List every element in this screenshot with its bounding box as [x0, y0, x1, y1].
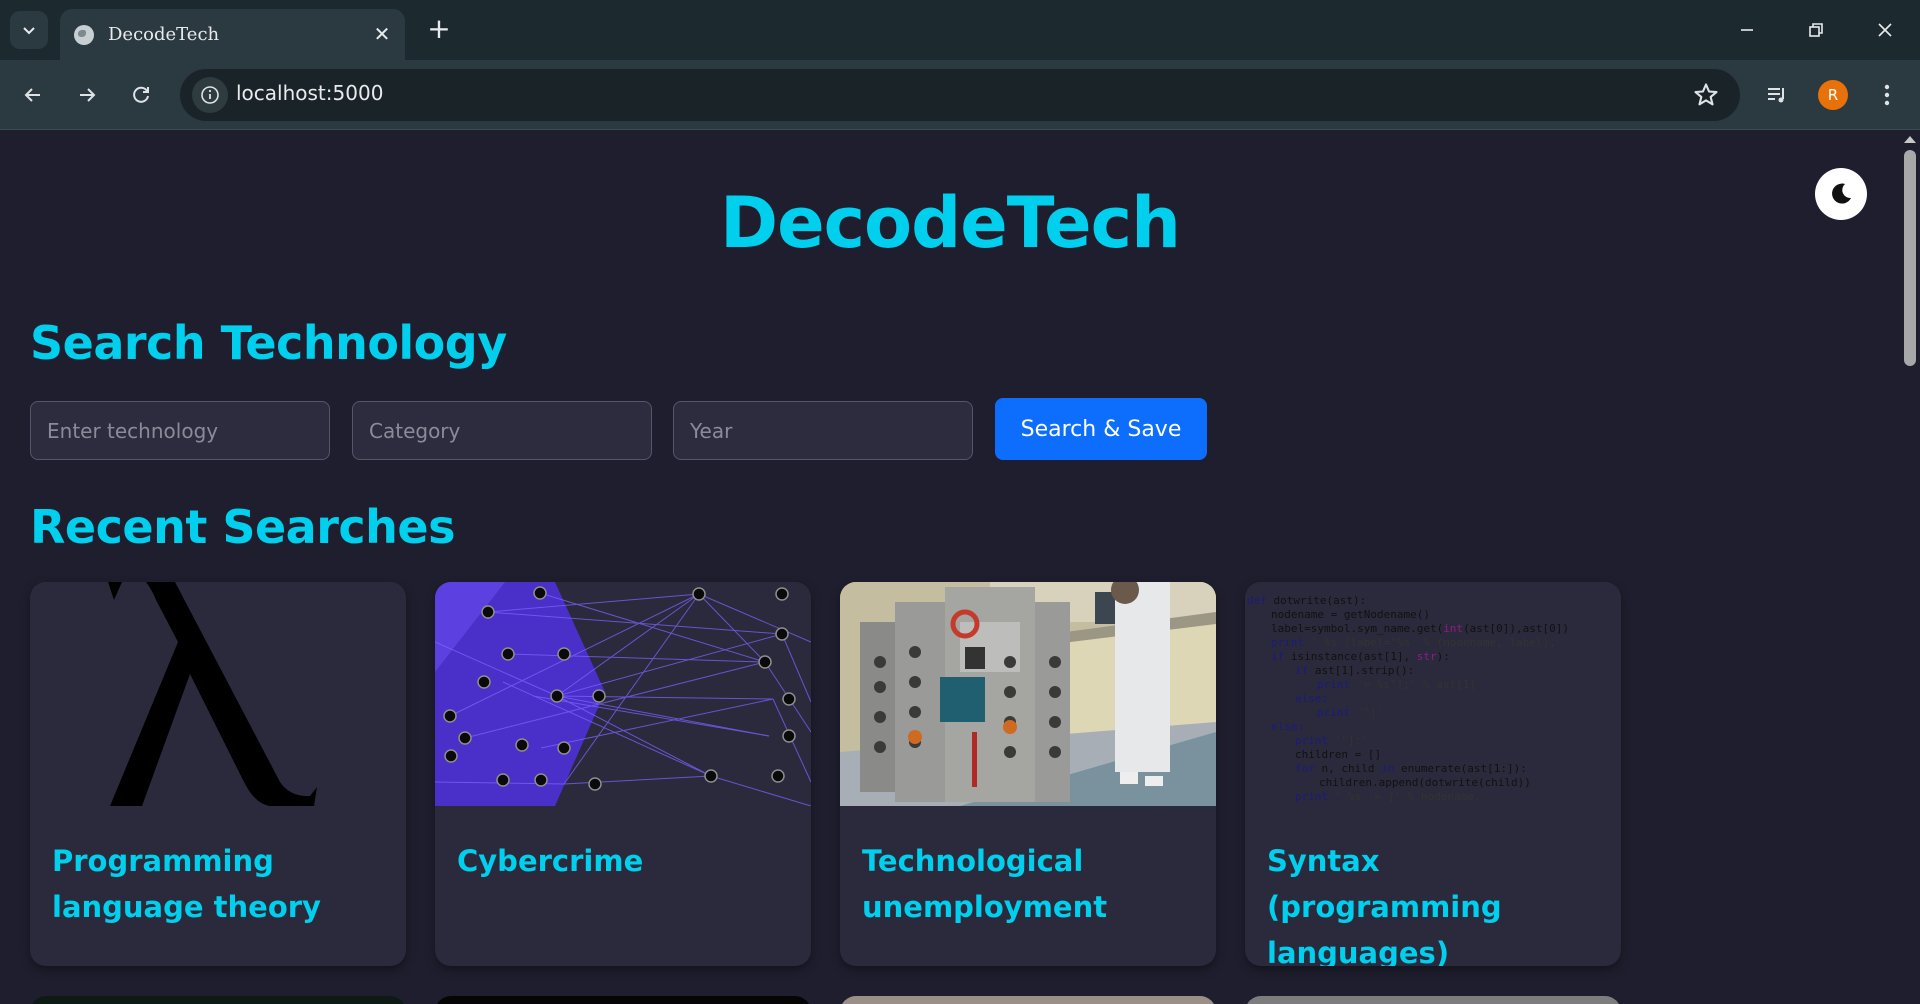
- arrow-left-icon: [24, 88, 40, 102]
- reload-icon: [133, 86, 149, 103]
- card-image: [435, 996, 811, 1004]
- site-title: DecodeTech: [719, 182, 1181, 264]
- search-save-button[interactable]: Search & Save: [995, 398, 1207, 460]
- browser-tab-bar: DecodeTech ✕ +: [0, 0, 1920, 60]
- svg-text:print '"]': print '"]': [1317, 706, 1383, 719]
- svg-text:if ast[1].strip():: if ast[1].strip():: [1295, 664, 1414, 677]
- avatar: R: [1818, 80, 1848, 110]
- svg-text:print ' %s [label="%s' % (n: print ' %s [label="%s' % (nodename, labe…: [1271, 636, 1556, 649]
- new-tab-button[interactable]: +: [422, 12, 456, 46]
- recent-card[interactable]: def dotwrite(ast): nodename = getNodenam…: [1245, 582, 1621, 966]
- svg-text:label=symbol.sym_name.get(int(: label=symbol.sym_name.get(int(ast[0]),as…: [1271, 622, 1569, 635]
- info-icon: [201, 86, 219, 104]
- recent-card[interactable]: [30, 996, 406, 1004]
- card-title: Technological unemployment: [862, 844, 1108, 924]
- card-title: Programming language theory: [52, 844, 321, 924]
- page-scrollbar[interactable]: [1900, 130, 1920, 1004]
- card-image: [840, 996, 1216, 1004]
- back-button[interactable]: [14, 76, 52, 114]
- reload-button[interactable]: [122, 76, 160, 114]
- svg-text:print ' %s -> {' % nodename: print ' %s -> {' % nodename,: [1295, 790, 1480, 803]
- recent-card[interactable]: Cybercrime: [435, 582, 811, 966]
- star-icon[interactable]: [1692, 81, 1720, 109]
- svg-text:children = []: children = []: [1295, 748, 1381, 761]
- address-bar[interactable]: localhost:5000: [180, 69, 1740, 121]
- recent-card[interactable]: Technological unemployment: [840, 582, 1216, 966]
- technology-input[interactable]: [30, 401, 330, 460]
- restore-button[interactable]: [1796, 10, 1836, 50]
- url-text: localhost:5000: [236, 81, 384, 105]
- media-control-button[interactable]: [1758, 76, 1796, 114]
- page-viewport: DecodeTech Search Technology Search & Sa…: [0, 130, 1900, 1004]
- tab-list-button[interactable]: [10, 11, 48, 49]
- card-image-lambda: [30, 582, 406, 806]
- globe-icon: [74, 24, 94, 45]
- svg-text:def dotwrite(ast):: def dotwrite(ast):: [1247, 594, 1366, 607]
- browser-toolbar: localhost:5000 R: [0, 60, 1920, 130]
- svg-text:print '= %s"];' % ast[1]: print '= %s"];' % ast[1]: [1317, 678, 1476, 691]
- close-window-button[interactable]: [1865, 10, 1905, 50]
- tab-title: DecodeTech: [108, 24, 220, 45]
- scroll-up-arrow-icon[interactable]: [1904, 136, 1916, 143]
- svg-text:if isinstance(ast[1], str):: if isinstance(ast[1], str):: [1271, 650, 1450, 663]
- scrollbar-thumb[interactable]: [1904, 150, 1916, 366]
- recent-card[interactable]: [435, 996, 811, 1004]
- forward-button[interactable]: [68, 76, 106, 114]
- recent-section-title: Recent Searches: [30, 500, 456, 554]
- chevron-down-icon: [23, 27, 35, 35]
- arrow-right-icon: [80, 88, 96, 102]
- card-image: [30, 996, 406, 1004]
- profile-button[interactable]: R: [1814, 76, 1852, 114]
- svg-text:print '"];': print '"];': [1295, 734, 1368, 747]
- card-image-robot: [840, 582, 1216, 806]
- minimize-icon: [1741, 29, 1753, 31]
- svg-text:for n, child in enumerate(ast[: for n, child in enumerate(ast[1:]):: [1295, 762, 1527, 775]
- search-section-title: Search Technology: [30, 316, 507, 370]
- svg-text:children.append(dotwrite(child: children.append(dotwrite(child)): [1319, 776, 1531, 789]
- card-image-network: [435, 582, 811, 806]
- svg-text:nodename = getNodename(): nodename = getNodename(): [1271, 608, 1430, 621]
- card-title: Cybercrime: [457, 844, 644, 878]
- browser-tab[interactable]: DecodeTech ✕: [60, 9, 405, 60]
- recent-card[interactable]: [1245, 996, 1621, 1004]
- minimize-button[interactable]: [1727, 10, 1767, 50]
- card-image-code: def dotwrite(ast): nodename = getNodenam…: [1245, 582, 1621, 806]
- year-input[interactable]: [673, 401, 973, 460]
- card-image: [1245, 996, 1621, 1004]
- media-control-icon: [1768, 88, 1784, 103]
- category-input[interactable]: [352, 401, 652, 460]
- recent-card[interactable]: Programming language theory: [30, 582, 406, 966]
- browser-menu-button[interactable]: [1868, 76, 1906, 114]
- card-title: Syntax (programming languages): [1267, 844, 1502, 966]
- svg-text:else:: else:: [1295, 692, 1328, 705]
- recent-card[interactable]: [840, 996, 1216, 1004]
- site-info-button[interactable]: [192, 77, 228, 113]
- close-icon[interactable]: ✕: [371, 23, 393, 45]
- restore-icon: [1809, 23, 1823, 37]
- close-icon: [1878, 23, 1892, 37]
- svg-text:else:: else:: [1271, 720, 1304, 733]
- kebab-menu-icon: [1884, 84, 1890, 106]
- plus-icon: +: [427, 12, 451, 45]
